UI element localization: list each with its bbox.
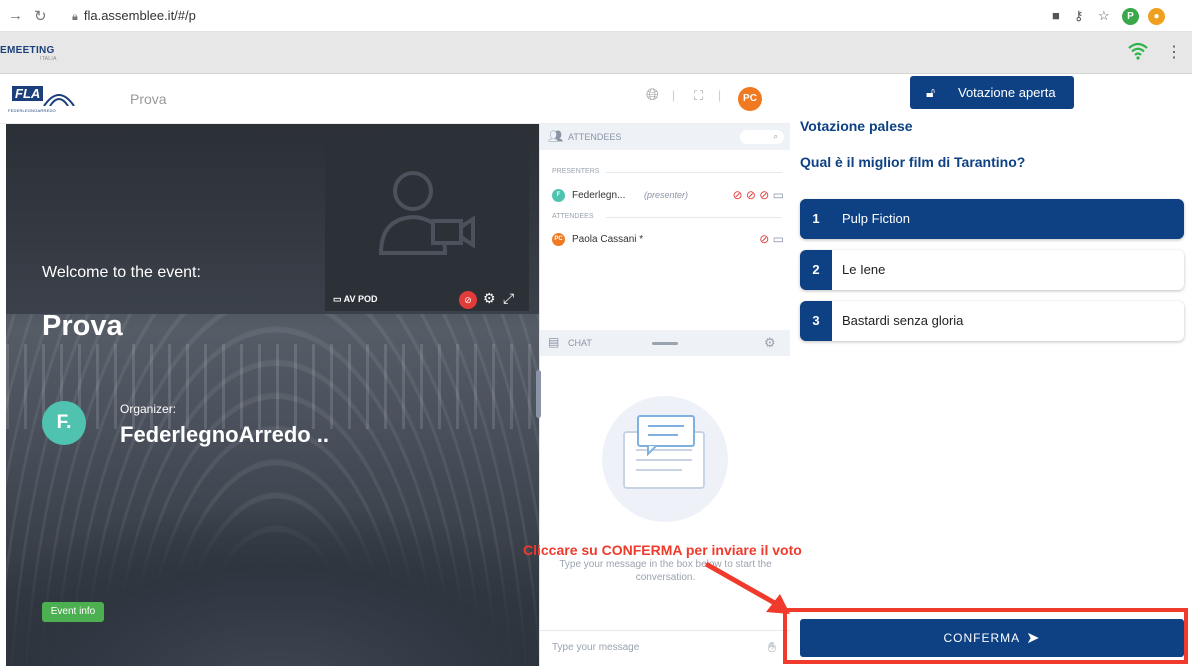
organizer-avatar: F. [42, 401, 86, 445]
vote-option-3[interactable]: 3 Bastardi senza gloria [800, 301, 1184, 341]
profile-avatar[interactable]: P [1122, 8, 1139, 25]
attendees-header: 👥︎ ATTENDEES ⌕ [540, 124, 791, 150]
event-info-button[interactable]: Event info [42, 602, 104, 622]
fla-logo-arcs [43, 94, 75, 106]
event-header: FLA FEDERLEGNOARREDO Prova 🌐︎ | ⛶ | PC [0, 74, 790, 124]
raise-hand-icon[interactable]: ✋︎ [768, 639, 776, 656]
event-title: Prova [42, 310, 123, 342]
emeeting-logo-text: EMEETING [0, 45, 55, 56]
presenter-name: Federlegn... [572, 190, 626, 201]
attendees-title: ATTENDEES [568, 132, 622, 142]
fullscreen-icon[interactable]: ⛶ [694, 88, 703, 104]
presenter-status-icons: ⊘ ⊘ ⊘ ▭ [732, 188, 784, 202]
vote-option-number: 3 [800, 301, 832, 341]
fla-logo-tagline: FEDERLEGNOARREDO [8, 108, 56, 113]
user-avatar[interactable]: PC [738, 87, 762, 111]
presenter-row[interactable]: F Federlegn... (presenter) ⊘ ⊘ ⊘ ▭ [552, 188, 784, 204]
fla-logo: FLA FEDERLEGNOARREDO [8, 86, 80, 114]
attendee-search[interactable]: ⌕ [740, 130, 784, 144]
chat-icon: ▤ [548, 335, 560, 349]
divider: | [718, 88, 722, 102]
vote-question: Qual è il miglior film di Tarantino? [800, 154, 1026, 170]
url-text: fla.assemblee.it/#/p [83, 8, 196, 23]
voting-status-button[interactable]: 🔓︎ Votazione aperta [910, 76, 1074, 109]
expand-icon[interactable]: ⤢ [503, 290, 514, 307]
voting-panel: 🔓︎ Votazione aperta Votazione palese Qua… [790, 74, 1192, 666]
camera-icon[interactable]: ■ [1052, 8, 1060, 23]
chat-input-placeholder: Type your message [552, 642, 640, 653]
vote-option-label: Le Iene [842, 262, 886, 277]
highlight-box [783, 608, 1188, 664]
menu-icon[interactable]: ⋮ [1166, 42, 1182, 62]
welcome-text: Welcome to the event: [42, 264, 201, 281]
user-video-placeholder-icon [378, 171, 475, 255]
chat-bubble-icon [623, 415, 705, 489]
vote-option-number: 1 [800, 199, 832, 239]
extension-icon[interactable]: ● [1148, 8, 1165, 25]
mic-off-icon: ⊘ [732, 188, 743, 202]
vote-option-number: 2 [800, 250, 832, 290]
video-icon: ▭ [333, 294, 344, 304]
attendees-section-label: ATTENDEES [552, 213, 594, 220]
panel-resize-handle[interactable] [652, 342, 678, 345]
divider: | [672, 88, 676, 102]
vote-option-label: Pulp Fiction [842, 211, 910, 226]
unlock-icon: 🔓︎ [926, 84, 936, 100]
chat-title: CHAT [568, 338, 592, 348]
audio-off-icon: ⊘ [745, 188, 756, 202]
browser-toolbar: → ↻ 🔒︎ fla.assemblee.it/#/p ■ ⚷ ☆ P ● [0, 0, 1192, 32]
stage-backdrop-pillars [6, 344, 539, 429]
camera-off-icon[interactable]: ⊘ [459, 291, 477, 309]
attendee-name: Paola Cassani * [572, 234, 644, 245]
star-icon[interactable]: ☆ [1098, 8, 1110, 24]
attendee-status-icons: ⊘ ▭ [759, 232, 784, 246]
attendee-row[interactable]: PC Paola Cassani * ⊘ ▭ [552, 232, 784, 248]
attendee-avatar: PC [552, 233, 565, 246]
divider [606, 217, 782, 218]
voting-status-label: Votazione aperta [958, 85, 1056, 100]
organizer-label: Organizer: [120, 402, 177, 416]
emeeting-logo: EMEETING ITALIA [0, 45, 56, 62]
chat-empty-illustration [602, 396, 728, 522]
chat-header: ▤ CHAT ⚙︎ [540, 330, 791, 356]
camera-off-icon: ⊘ [759, 232, 770, 246]
annotation-text: Cliccare su CONFERMA per inviare il voto [523, 542, 802, 558]
av-pod-label-text: AV POD [343, 294, 378, 304]
event-name: Prova [130, 91, 167, 107]
organizer-name: FederlegnoArredo .. [120, 422, 330, 447]
people-icon: 👥︎ [548, 129, 564, 143]
lock-icon: 🔒︎ [72, 11, 78, 23]
screen-icon: ▭ [772, 232, 784, 246]
app-bar: EMEETING ITALIA ⋮ [0, 32, 1192, 74]
divider [606, 172, 782, 173]
av-pod-label: ▭ AV POD [333, 294, 378, 305]
reload-icon[interactable]: ↻ [34, 7, 47, 25]
vote-option-2[interactable]: 2 Le Iene [800, 250, 1184, 290]
scrollbar[interactable] [536, 370, 541, 418]
annotation-arrow-icon [704, 561, 790, 614]
av-pod: ▭ AV POD ⊘ ⚙︎ ⤢ [325, 131, 529, 311]
globe-icon[interactable]: 🌐︎ [646, 87, 659, 105]
av-settings-icon[interactable]: ⚙︎ [483, 290, 496, 307]
screen-icon: ▭ [772, 188, 784, 202]
fla-logo-text: FLA [12, 86, 44, 101]
vote-option-1[interactable]: 1 Pulp Fiction [800, 199, 1184, 239]
presenter-role: (presenter) [644, 190, 689, 200]
vote-type: Votazione palese [800, 118, 913, 134]
presenters-section-label: PRESENTERS [552, 168, 600, 175]
emeeting-logo-sub: ITALIA [40, 56, 57, 62]
chat-settings-icon[interactable]: ⚙︎ [764, 335, 776, 351]
camera-off-icon: ⊘ [759, 188, 770, 202]
presenter-avatar: F [552, 189, 565, 202]
chat-input[interactable]: Type your message ✋︎ [540, 630, 791, 666]
key-icon[interactable]: ⚷ [1074, 8, 1084, 24]
address-bar[interactable]: 🔒︎ fla.assemblee.it/#/p [72, 8, 196, 24]
wifi-icon [1128, 42, 1148, 60]
search-icon: ⌕ [773, 132, 778, 141]
vote-option-label: Bastardi senza gloria [842, 313, 964, 328]
attendees-panel: 👥︎ ATTENDEES ⌕ PRESENTERS F Federlegn...… [539, 124, 791, 330]
forward-icon[interactable]: → [8, 7, 23, 24]
